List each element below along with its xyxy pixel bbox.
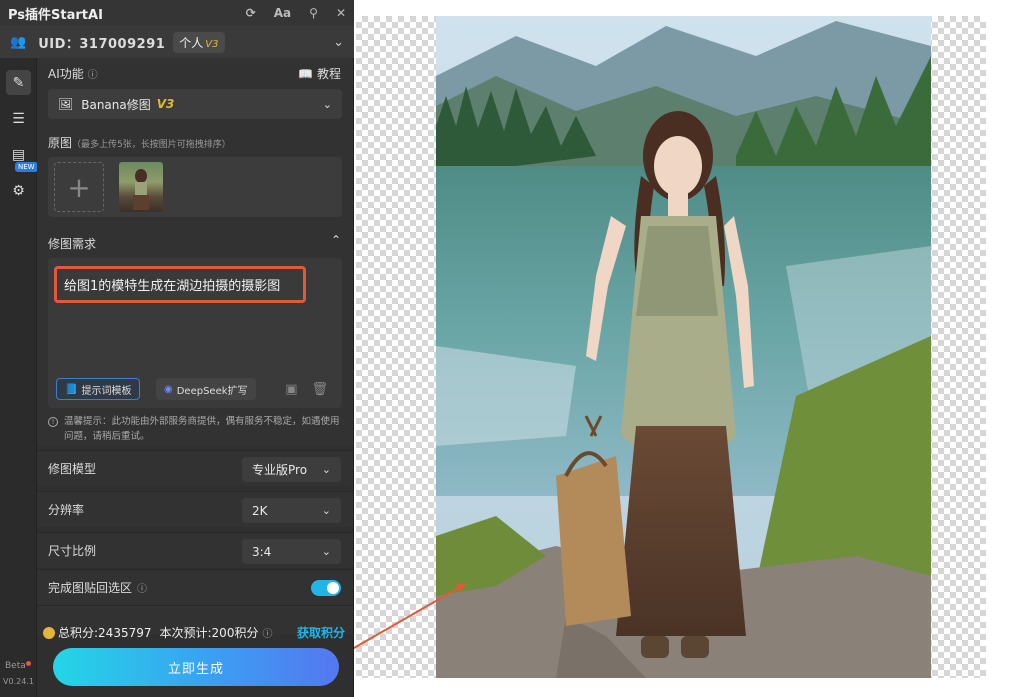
model-label: 修图模型 — [48, 462, 97, 476]
add-image-button[interactable]: + — [54, 162, 104, 212]
info-icon: ! — [48, 417, 58, 427]
edit-icon[interactable]: ✎ — [6, 70, 31, 95]
source-label: 原图 — [48, 136, 73, 150]
ratio-select[interactable]: 3:4 ⌄ — [242, 539, 341, 564]
service-tip-text: 温馨提示：此功能由外部服务商提供，偶有服务不稳定，如遇使用问题，请稍后重试。 — [64, 416, 340, 442]
plugin-panel: Ps插件StartAI ⟳ Aa ⚲ ✕ 👥 UID：317009291 个人 V… — [0, 0, 354, 697]
ratio-row: 尺寸比例 3:4 ⌄ — [37, 532, 353, 568]
chevron-up-icon[interactable]: ⌃ — [331, 233, 341, 247]
ratio-value: 3:4 — [252, 544, 272, 559]
history-icon[interactable]: ▣ — [285, 382, 297, 397]
trash-icon[interactable]: 🗑 — [311, 382, 328, 397]
app-root: Ps插件StartAI ⟳ Aa ⚲ ✕ 👥 UID：317009291 个人 V… — [0, 0, 1024, 697]
document-icon[interactable]: ▤ — [6, 142, 31, 167]
beta-label: Beta — [5, 661, 31, 671]
paste-back-row: 完成图贴回选区 ⓘ — [37, 569, 353, 605]
paste-back-toggle[interactable] — [311, 579, 341, 596]
toggle-knob — [327, 581, 339, 594]
deepseek-icon: ◉ — [164, 383, 173, 395]
info-icon[interactable]: ⓘ — [137, 580, 147, 595]
app-title: Ps插件StartAI — [8, 7, 103, 23]
user-bar[interactable]: 👥 UID：317009291 个人 V3 ⌄ — [0, 26, 354, 58]
source-image-thumbnail[interactable] — [119, 162, 163, 212]
service-tip: ! 温馨提示：此功能由外部服务商提供，偶有服务不稳定，如遇使用问题，请稍后重试。 — [48, 414, 342, 444]
chevron-down-icon: ⌄ — [321, 545, 331, 558]
beta-text: Beta — [5, 661, 26, 671]
chevron-down-icon[interactable]: ⌄ — [333, 35, 344, 50]
paste-back-label: 完成图贴回选区 — [48, 581, 133, 595]
textarea-actions: ▣ 🗑 — [285, 382, 328, 397]
refresh-icon[interactable]: ⟳ — [246, 6, 256, 20]
users-icon: 👥 — [10, 34, 27, 50]
layers-icon[interactable]: ☰ — [6, 106, 31, 131]
upload-area: + — [48, 157, 342, 217]
tutorial-label: 教程 — [316, 67, 341, 81]
thumbnail-illustration — [133, 169, 149, 210]
request-textarea[interactable]: 给图1的模特生成在湖边拍摄的摄影图 📘 提示词模板 ◉ DeepSeek扩写 ▣ 🗑 — [48, 258, 342, 408]
get-points-link[interactable]: 获取积分 — [297, 624, 345, 641]
request-text: 给图1的模特生成在湖边拍摄的摄影图 — [54, 266, 306, 303]
ai-function-header: AI功能 ⓘ — [48, 65, 98, 82]
source-header: 原图（最多上传5张，长按图片可拖拽排序） — [48, 134, 231, 151]
chevron-down-icon: ⌄ — [321, 463, 331, 476]
request-label: 修图需求 — [48, 237, 97, 251]
chevron-down-icon: ⌄ — [321, 504, 331, 517]
deepseek-label: DeepSeek扩写 — [176, 385, 248, 397]
info-icon[interactable]: ⓘ — [262, 625, 272, 640]
plan-badge: 个人 V3 — [173, 31, 225, 53]
model-row: 修图模型 专业版Pro ⌄ — [37, 450, 353, 486]
model-select[interactable]: 专业版Pro ⌄ — [242, 457, 341, 482]
resolution-select[interactable]: 2K ⌄ — [242, 498, 341, 523]
estimated-cost: 本次预计:200积分 — [159, 626, 259, 640]
resolution-value: 2K — [252, 503, 268, 518]
points-info: 总积分:2435797 本次预计:200积分 ⓘ — [43, 624, 272, 641]
sidebar: ✎ NEW ☰ ▤ ⚙ Beta V0.24.1 — [0, 58, 38, 697]
ai-function-section: AI功能 ⓘ 📖 教程 🖼 Banana修图 V3 ⌄ — [37, 58, 353, 128]
feature-select[interactable]: 🖼 Banana修图 V3 ⌄ — [48, 89, 342, 119]
image-icon: 🖼 — [58, 97, 74, 111]
coin-icon — [43, 626, 55, 639]
arrow-to-photo — [339, 585, 463, 657]
font-size-icon[interactable]: Aa — [274, 6, 291, 20]
chevron-down-icon: ⌄ — [322, 97, 332, 111]
pin-icon[interactable]: ⚲ — [309, 6, 318, 20]
feature-value: Banana修图 — [81, 97, 151, 112]
title-bar: Ps插件StartAI ⟳ Aa ⚲ ✕ — [0, 0, 354, 26]
settings-gear-icon[interactable]: ⚙ — [6, 178, 31, 203]
ratio-label: 尺寸比例 — [48, 544, 97, 558]
feature-version: V3 — [156, 97, 175, 111]
source-hint: （最多上传5张，长按图片可拖拽排序） — [72, 140, 231, 150]
plan-version: V3 — [205, 38, 219, 50]
prompt-template-button[interactable]: 📘 提示词模板 — [56, 378, 141, 400]
generate-button[interactable]: 立即生成 — [53, 648, 339, 686]
tutorial-link[interactable]: 📖 教程 — [298, 65, 341, 82]
title-actions: ⟳ Aa ⚲ ✕ — [246, 6, 346, 20]
info-icon[interactable]: ⓘ — [88, 70, 98, 81]
ai-function-label: AI功能 — [48, 67, 84, 81]
close-icon[interactable]: ✕ — [336, 6, 346, 20]
plan-label: 个人 — [179, 35, 204, 50]
user-uid: UID：317009291 — [38, 36, 166, 52]
resolution-row: 分辨率 2K ⌄ — [37, 491, 353, 527]
prompt-template-label: 提示词模板 — [81, 385, 132, 397]
version-label: V0.24.1 — [3, 677, 34, 686]
beta-dot — [25, 661, 31, 666]
total-points: 总积分:2435797 — [58, 626, 152, 640]
model-value: 专业版Pro — [252, 463, 308, 477]
deepseek-expand-button[interactable]: ◉ DeepSeek扩写 — [156, 378, 256, 400]
book-icon: 📘 — [65, 383, 78, 395]
resolution-label: 分辨率 — [48, 503, 85, 517]
book-icon: 📖 — [298, 67, 314, 81]
